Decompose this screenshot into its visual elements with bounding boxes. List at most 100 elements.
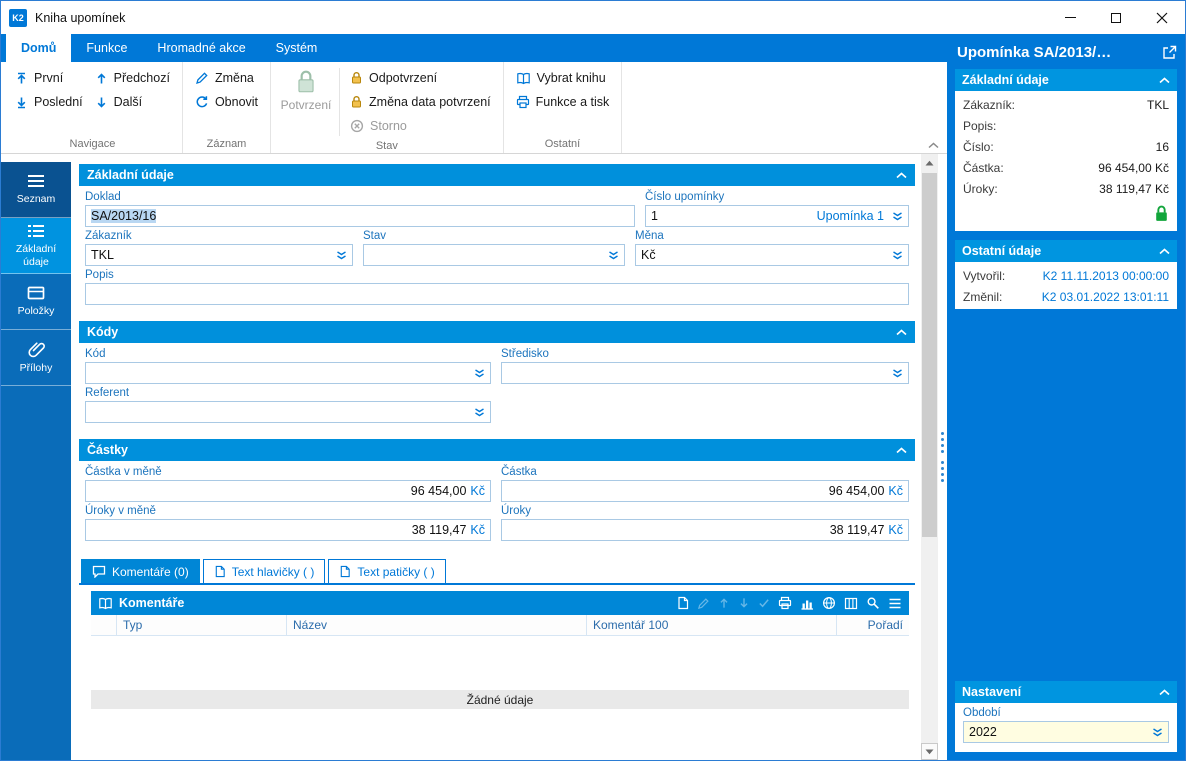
collapse-card-button[interactable] — [1159, 688, 1170, 696]
triangle-up-icon — [925, 160, 934, 165]
dropdown-chevrons-icon[interactable] — [888, 250, 903, 260]
collapse-section-button[interactable] — [896, 446, 907, 454]
move-up-icon[interactable] — [718, 597, 730, 609]
next-record-button[interactable]: Další — [89, 90, 176, 114]
zakaznik-input[interactable]: TKL — [85, 244, 353, 266]
sidebar-item-label: Přílohy — [19, 362, 53, 375]
column-header-blank[interactable] — [91, 615, 117, 635]
dropdown-chevrons-icon[interactable] — [470, 368, 485, 378]
sidebar-item-seznam[interactable]: Seznam — [1, 162, 71, 218]
web-globe-icon[interactable] — [822, 596, 836, 610]
cislo-upominky-input[interactable]: 1 Upomínka 1 — [645, 205, 909, 227]
confirm-button[interactable]: Potvrzení — [277, 66, 335, 112]
ribbon-tab-hromadne-akce[interactable]: Hromadné akce — [142, 34, 260, 62]
referent-input[interactable] — [85, 401, 491, 423]
dropdown-chevrons-icon[interactable] — [1152, 727, 1163, 737]
castka-v-mene-input[interactable]: 96 454,00 Kč — [85, 480, 491, 502]
dropdown-chevrons-icon[interactable] — [332, 250, 347, 260]
vertical-scrollbar[interactable] — [921, 154, 938, 760]
ribbon-tab-funkce[interactable]: Funkce — [71, 34, 142, 62]
close-button[interactable] — [1139, 1, 1185, 34]
uroky-v-mene-input[interactable]: 38 119,47 Kč — [85, 519, 491, 541]
confirmed-status — [955, 201, 1177, 231]
preview-card-ostatni: Ostatní údaje Vytvořil: K2 11.11.2013 00… — [955, 240, 1177, 309]
select-book-button[interactable]: Vybrat knihu — [510, 66, 616, 90]
comments-grid: Komentáře Typ Název Komentář 100 Pořadí … — [91, 591, 909, 760]
lock-icon — [298, 70, 314, 93]
panel-splitter[interactable] — [938, 154, 947, 760]
open-in-window-button[interactable] — [1162, 45, 1177, 60]
window-controls — [1047, 1, 1185, 34]
edit-button[interactable]: Změna — [189, 66, 264, 90]
mena-input[interactable]: Kč — [635, 244, 909, 266]
new-record-icon[interactable] — [677, 596, 689, 610]
stav-input[interactable] — [363, 244, 625, 266]
cancel-storno-button[interactable]: Storno — [344, 114, 497, 138]
uroky-input[interactable]: 38 119,47 Kč — [501, 519, 909, 541]
chart-icon[interactable] — [800, 597, 814, 610]
search-settings-icon[interactable] — [866, 596, 880, 610]
columns-icon[interactable] — [844, 597, 858, 610]
popis-input[interactable] — [85, 283, 909, 305]
print-icon[interactable] — [778, 596, 792, 610]
group-label-ostatni: Ostatní — [544, 138, 581, 150]
stredisko-input[interactable] — [501, 362, 909, 384]
dropdown-chevrons-icon[interactable] — [604, 250, 619, 260]
dropdown-chevrons-icon[interactable] — [888, 368, 903, 378]
castka-input[interactable]: 96 454,00 Kč — [501, 480, 909, 502]
previous-record-button[interactable]: Předchozí — [89, 66, 176, 90]
column-header-nazev[interactable]: Název — [287, 615, 587, 635]
doklad-input[interactable]: SA/2013/16 — [85, 205, 635, 227]
scroll-down-button[interactable] — [921, 743, 938, 760]
splitter-handle-icon — [941, 461, 944, 482]
scroll-up-button[interactable] — [921, 154, 938, 171]
field-label: Stav — [363, 230, 387, 242]
collapse-section-button[interactable] — [896, 171, 907, 179]
sidebar-item-polozky[interactable]: Položky — [1, 274, 71, 330]
panel-spacer — [955, 318, 1177, 681]
dropdown-chevrons-icon[interactable] — [470, 407, 485, 417]
change-confirm-date-button[interactable]: Změna data potvrzení — [344, 90, 497, 114]
tab-text-paticky[interactable]: Text patičky ( ) — [328, 559, 446, 583]
confirm-check-icon[interactable] — [758, 597, 770, 609]
collapse-card-button[interactable] — [1159, 76, 1170, 84]
dropdown-chevrons-icon[interactable] — [888, 211, 903, 221]
last-record-button[interactable]: Poslední — [9, 90, 89, 114]
period-input[interactable]: 2022 — [963, 721, 1169, 743]
functions-print-button[interactable]: Funkce a tisk — [510, 90, 616, 114]
book-icon — [99, 597, 112, 609]
grid-column-headers: Typ Název Komentář 100 Pořadí — [91, 615, 909, 636]
field-label: Částka — [501, 466, 537, 478]
preview-panel: Upomínka SA/2013/… Základní údaje Zákazn… — [947, 34, 1185, 760]
amount-value: 38 119,47 — [411, 523, 467, 537]
collapse-section-button[interactable] — [896, 328, 907, 336]
maximize-button[interactable] — [1093, 1, 1139, 34]
unconfirm-button[interactable]: Odpotvrzení — [344, 66, 497, 90]
sidebar-item-prilohy[interactable]: Přílohy — [1, 330, 71, 386]
minimize-icon — [1064, 17, 1076, 18]
field-label: Částka v měně — [85, 466, 162, 478]
sidebar-item-zakladni-udaje[interactable]: Základní údaje — [1, 218, 71, 274]
tab-text-hlavicky[interactable]: Text hlavičky ( ) — [202, 559, 326, 583]
refresh-button[interactable]: Obnovit — [189, 90, 264, 114]
ribbon-tab-domu[interactable]: Domů — [6, 34, 72, 62]
column-header-typ[interactable]: Typ — [117, 615, 287, 635]
first-record-button[interactable]: První — [9, 66, 89, 90]
edit-record-icon[interactable] — [697, 597, 710, 610]
column-header-komentar[interactable]: Komentář 100 — [587, 615, 837, 635]
minimize-button[interactable] — [1047, 1, 1093, 34]
field-label: Měna — [635, 230, 664, 242]
kod-input[interactable] — [85, 362, 491, 384]
section-header: Kódy — [79, 321, 915, 343]
arrow-up-to-bar-icon — [17, 72, 26, 83]
tab-komentare[interactable]: Komentáře (0) — [81, 559, 200, 583]
collapse-ribbon-button[interactable] — [928, 142, 939, 149]
grid-menu-icon[interactable] — [888, 598, 902, 609]
move-down-icon[interactable] — [738, 597, 750, 609]
collapse-card-button[interactable] — [1159, 247, 1170, 255]
column-header-poradi[interactable]: Pořadí — [837, 615, 909, 635]
cancel-circle-icon — [350, 119, 364, 133]
section-zakladni-udaje: Základní údaje Doklad SA/2013/16 Číslo u… — [79, 164, 915, 314]
ribbon-tab-system[interactable]: Systém — [261, 34, 333, 62]
scrollbar-thumb[interactable] — [922, 173, 937, 537]
